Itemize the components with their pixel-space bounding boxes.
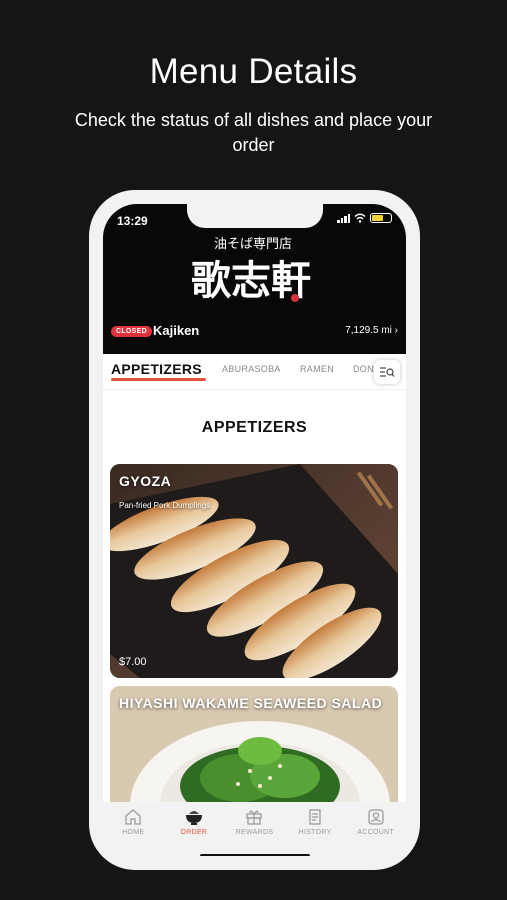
chevron-right-icon: › bbox=[394, 325, 398, 336]
store-distance[interactable]: 7,129.5 mi › bbox=[345, 325, 398, 336]
battery-icon bbox=[370, 213, 392, 223]
phone-frame: 13:29 油そば専門店 歌志軒 CLOSED Kajiken 7,129.5 … bbox=[89, 190, 420, 870]
nav-label-order: ORDER bbox=[180, 829, 208, 836]
store-name[interactable]: Kajiken bbox=[153, 323, 199, 338]
tab-don[interactable]: DON bbox=[353, 364, 374, 374]
tab-ramen[interactable]: RAMEN bbox=[300, 364, 334, 374]
status-badge: CLOSED bbox=[111, 326, 152, 337]
distance-value: 7,129.5 mi bbox=[345, 325, 392, 336]
menu-search-button[interactable] bbox=[374, 360, 400, 384]
nav-item-account[interactable]: ACCOUNT bbox=[345, 802, 406, 856]
receipt-icon bbox=[309, 809, 321, 825]
nav-item-history[interactable]: HISTORY bbox=[285, 802, 346, 856]
list-search-icon bbox=[380, 367, 395, 377]
status-icons bbox=[337, 213, 392, 223]
status-time: 13:29 bbox=[117, 214, 148, 228]
menu-item-description: Pan-fried Pork Dumplings bbox=[119, 501, 211, 510]
phone-notch bbox=[187, 204, 323, 228]
gift-icon bbox=[246, 810, 263, 825]
app-screen: 13:29 油そば専門店 歌志軒 CLOSED Kajiken 7,129.5 … bbox=[103, 204, 406, 856]
menu-item-name: GYOZA bbox=[119, 473, 172, 489]
menu-item-price: $7.00 bbox=[119, 656, 147, 668]
nav-label-history: HISTORY bbox=[298, 829, 332, 836]
cellular-signal-icon bbox=[337, 213, 350, 223]
wifi-icon bbox=[354, 213, 366, 223]
menu-item-card-gyoza[interactable]: GYOZA Pan-fried Pork Dumplings $7.00 bbox=[110, 464, 398, 678]
nav-item-home[interactable]: HOME bbox=[103, 802, 164, 856]
svg-text:油そば専門店: 油そば専門店 bbox=[214, 237, 292, 252]
tab-appetizers[interactable]: APPETIZERS bbox=[111, 361, 202, 377]
section-title: APPETIZERS bbox=[201, 419, 308, 436]
account-icon bbox=[368, 809, 384, 825]
bottom-nav: HOME ORDER REWARDS HISTORY ACCOUNT bbox=[103, 802, 406, 856]
nav-item-order[interactable]: ORDER bbox=[164, 802, 225, 856]
active-tab-indicator bbox=[111, 378, 206, 381]
nav-label-account: ACCOUNT bbox=[357, 829, 395, 836]
gyoza-photo bbox=[110, 464, 398, 678]
nav-item-rewards[interactable]: REWARDS bbox=[224, 802, 285, 856]
menu-item-name: HIYASHI WAKAME SEAWEED SALAD bbox=[119, 695, 383, 711]
category-tabs: APPETIZERS ABURASOBA RAMEN DON bbox=[103, 354, 406, 390]
home-icon bbox=[125, 809, 141, 825]
home-indicator[interactable] bbox=[200, 854, 310, 856]
bowl-icon bbox=[185, 811, 202, 825]
tab-aburasoba[interactable]: ABURASOBA bbox=[222, 364, 281, 374]
nav-label-rewards: REWARDS bbox=[235, 829, 274, 836]
kajiken-logo: 油そば専門店 歌志軒 bbox=[191, 237, 311, 304]
promo-subtitle: Check the status of all dishes and place… bbox=[74, 110, 433, 155]
promo-title: Menu Details bbox=[149, 52, 358, 91]
nav-label-home: HOME bbox=[122, 829, 145, 836]
